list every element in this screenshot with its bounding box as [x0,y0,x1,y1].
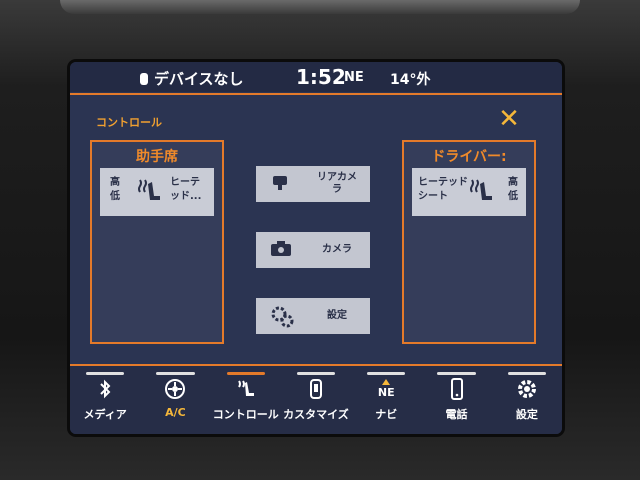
tab-indicator [367,372,406,375]
tab-navigation-label: ナビ [375,408,398,421]
tab-indicator [86,372,125,375]
header-divider [70,93,562,95]
passenger-seat-label-line2: ッド... [170,191,202,202]
driver-level-indicator: 高 低 [508,176,518,204]
passenger-heated-seat-button[interactable]: 高 低 ヒーテ ッド... [100,168,214,216]
tab-media-label: メディア [83,408,127,421]
compass-direction: NE [344,70,364,85]
customize-icon [309,379,322,399]
heated-seat-icon [138,179,160,200]
tab-customize-label: カスタマイズ [283,408,349,421]
rear-camera-label-line1: リアカメ [317,172,357,183]
driver-seat-label: ヒーテッド シート [418,176,468,204]
tab-ac-label: A/C [165,406,186,419]
outside-temperature: 14°外 [390,72,431,88]
tab-settings-label: 設定 [515,408,538,421]
settings-label: 設定 [327,310,347,321]
camera-button[interactable]: カメラ [256,232,370,268]
tab-indicator-active [226,372,265,375]
tab-settings[interactable]: 設定 [492,366,562,434]
tab-controls[interactable]: コントロール [211,366,281,434]
passenger-level-indicator: 高 低 [110,176,120,204]
close-icon: ✕ [498,104,520,134]
phone-icon [450,378,463,400]
passenger-level-high: 高 [110,177,120,188]
bottom-tab-bar: メディア A/C コントロール カスタマイズ NE ナビ 電話 設定 [70,366,562,434]
driver-panel: ドライバー: ヒーテッド シート 高 低 [402,140,536,344]
navigation-heading: NE [377,386,395,399]
clock: 1:52 [296,65,346,89]
driver-heated-seat-button[interactable]: ヒーテッド シート 高 低 [412,168,526,216]
phone-device-icon [140,72,148,85]
tab-ac[interactable]: A/C [140,366,210,434]
driver-title: ドライバー: [431,149,507,165]
rear-camera-icon [273,176,287,190]
gear-icon [271,306,294,328]
device-status-text: デバイスなし [154,70,244,88]
heated-seat-icon [470,179,492,200]
infotainment-screen: デバイスなし 1:52 NE 14°外 コントロール ✕ 助手席 高 低 ヒーテ… [70,62,562,434]
page-title: コントロール [96,116,162,129]
tab-indicator [437,372,476,375]
status-bar: デバイスなし 1:52 NE 14°外 [70,62,562,92]
rear-camera-label-line2: ラ [332,184,342,195]
rear-camera-button[interactable]: リアカメ ラ [256,166,370,202]
driver-seat-label-line2: シート [418,191,448,202]
passenger-seat-label-line1: ヒーテ [170,177,200,188]
rear-camera-label: リアカメ ラ [308,172,366,196]
tab-indicator [296,372,336,375]
tab-phone[interactable]: 電話 [421,366,491,434]
tab-media[interactable]: メディア [70,366,140,434]
camera-label: カメラ [322,244,352,255]
climate-icon [165,379,186,399]
tab-controls-label: コントロール [212,408,279,421]
close-button[interactable]: ✕ [496,106,522,132]
settings-button[interactable]: 設定 [256,298,370,334]
seat-control-icon [237,380,254,396]
bezel-trim [60,0,580,14]
driver-seat-label-line1: ヒーテッド [418,177,468,188]
gear-icon [517,380,536,398]
tab-indicator [156,372,195,375]
passenger-title: 助手席 [136,149,178,165]
bluetooth-icon [100,379,111,399]
device-status[interactable]: デバイスなし [140,68,244,89]
passenger-panel: 助手席 高 低 ヒーテ ッド... [90,140,224,344]
tab-customize[interactable]: カスタマイズ [281,366,351,434]
tab-navigation[interactable]: NE ナビ [351,366,421,434]
tab-phone-label: 電話 [445,408,468,421]
camera-icon [271,241,291,256]
passenger-seat-label: ヒーテ ッド... [170,176,201,204]
passenger-level-low: 低 [110,191,120,202]
tab-indicator [507,372,546,375]
driver-level-high: 高 [508,177,518,188]
driver-level-low: 低 [508,191,518,202]
